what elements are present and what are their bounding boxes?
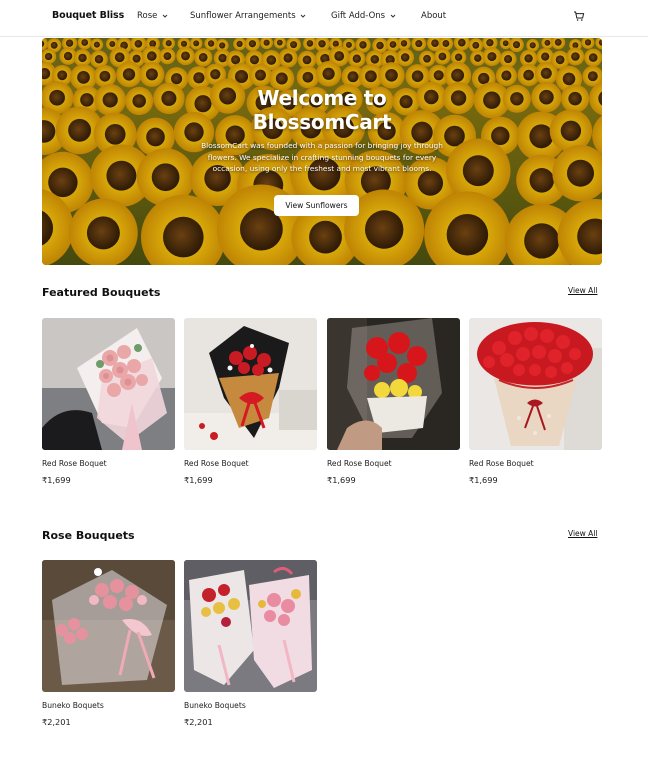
product-card[interactable]: Red Rose Boquet ₹1,699 — [327, 318, 460, 485]
product-card[interactable]: Red Rose Boquet ₹1,699 — [184, 318, 317, 485]
product-price: ₹1,699 — [184, 475, 213, 485]
chevron-down-icon — [300, 14, 306, 18]
nav-item-gift-add-ons[interactable]: Gift Add-Ons — [331, 11, 397, 21]
product-name[interactable]: Buneko Boquets — [184, 701, 246, 710]
cart-icon[interactable] — [573, 10, 585, 22]
nav-item-sunflower-arrangements[interactable]: Sunflower Arrangements — [190, 11, 307, 21]
view-sunflowers-button[interactable]: View Sunflowers — [274, 195, 359, 216]
nav-item-label: Sunflower Arrangements — [190, 11, 296, 21]
product-name[interactable]: Buneko Boquets — [42, 701, 104, 710]
rose-view-all-link[interactable]: View All — [568, 529, 597, 538]
hero-banner: Welcome to BlossomCart BlossomCart was f… — [42, 38, 602, 265]
nav-item-rose[interactable]: Rose — [137, 11, 169, 21]
product-name[interactable]: Red Rose Boquet — [327, 459, 392, 468]
hero-title-line2: BlossomCart — [252, 110, 392, 134]
product-image[interactable] — [184, 560, 317, 692]
product-name[interactable]: Red Rose Boquet — [42, 459, 107, 468]
product-image[interactable] — [42, 318, 175, 450]
product-card[interactable]: Red Rose Boquet ₹1,699 — [42, 318, 175, 485]
chevron-down-icon — [390, 14, 396, 18]
product-name[interactable]: Red Rose Boquet — [184, 459, 249, 468]
product-card[interactable]: Red Rose Boquet ₹1,699 — [469, 318, 602, 485]
brand-logo[interactable]: Bouquet Bliss — [52, 10, 124, 21]
nav-item-about[interactable]: About — [421, 11, 446, 21]
rose-section-title: Rose Bouquets — [42, 529, 135, 542]
featured-section-title: Featured Bouquets — [42, 286, 161, 299]
product-image[interactable] — [184, 318, 317, 450]
featured-view-all-link[interactable]: View All — [568, 286, 597, 295]
product-price: ₹2,201 — [42, 717, 71, 727]
product-image[interactable] — [327, 318, 460, 450]
product-name[interactable]: Red Rose Boquet — [469, 459, 534, 468]
product-price: ₹1,699 — [42, 475, 71, 485]
product-image[interactable] — [469, 318, 602, 450]
product-card[interactable]: Buneko Boquets ₹2,201 — [42, 560, 175, 727]
nav-item-label: About — [421, 11, 447, 21]
product-card[interactable]: Buneko Boquets ₹2,201 — [184, 560, 317, 727]
nav-item-label: Rose — [137, 11, 158, 21]
product-price: ₹2,201 — [184, 717, 213, 727]
chevron-down-icon — [162, 14, 168, 18]
hero-title-line1: Welcome to — [257, 86, 387, 110]
top-navbar: Bouquet Bliss Rose Sunflower Arrangement… — [0, 0, 648, 37]
nav-item-label: Gift Add-Ons — [331, 11, 386, 21]
hero-description: BlossomCart was founded with a passion f… — [201, 141, 443, 173]
product-image[interactable] — [42, 560, 175, 692]
hero-title: Welcome to BlossomCart — [42, 86, 602, 134]
product-price: ₹1,699 — [327, 475, 356, 485]
product-price: ₹1,699 — [469, 475, 498, 485]
